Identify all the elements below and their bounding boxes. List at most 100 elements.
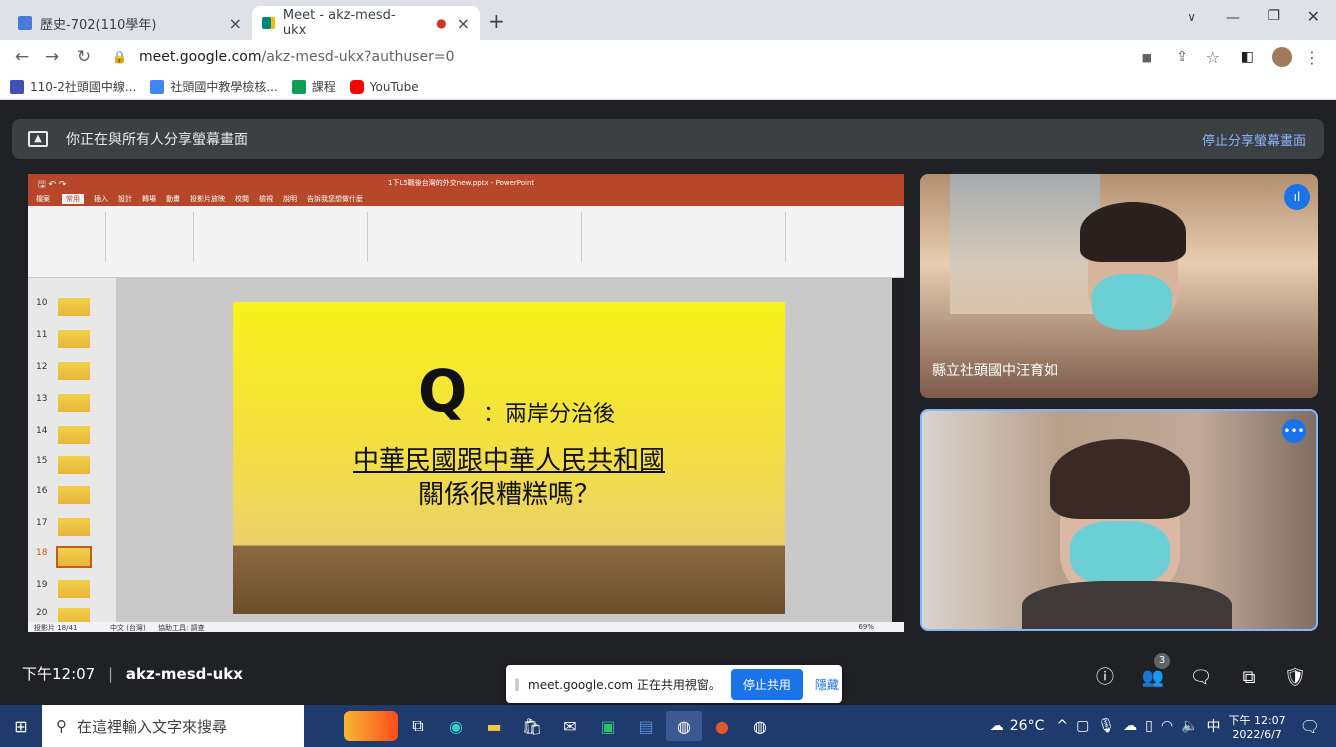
slide-line-1: 中華民國跟中華人民共和國 <box>352 446 665 476</box>
camera-icon[interactable]: ■ <box>1142 51 1152 64</box>
slide-question: ：兩岸分治後 <box>483 402 616 427</box>
menu-icon[interactable]: ⋮ <box>1304 48 1320 67</box>
chat-icon[interactable]: 🗨 <box>1188 665 1214 691</box>
stop-sharing-button[interactable]: 停止共用 <box>730 668 803 700</box>
notification-icon[interactable]: 🗨 <box>1300 717 1320 736</box>
start-icon[interactable]: ⊞ <box>0 717 42 736</box>
ppt-title: 1下L5戰後台灣的外交new.pptx - PowerPoint <box>388 179 535 187</box>
powerpoint-icon[interactable]: ● <box>704 711 740 741</box>
task-view-icon[interactable]: ⧉ <box>400 711 436 741</box>
share-icon[interactable]: ⇪ <box>1176 49 1188 65</box>
thumb-image <box>58 394 90 412</box>
close-window-icon[interactable]: ✕ <box>1307 7 1320 26</box>
avatar[interactable] <box>1272 47 1292 67</box>
mail-icon[interactable]: ✉ <box>552 711 588 741</box>
search-placeholder: 在這裡輸入文字來搜尋 <box>77 717 228 736</box>
stop-sharing-link[interactable]: 停止分享螢幕畫面 <box>1202 130 1306 149</box>
youtube-icon <box>349 79 364 94</box>
recording-icon: ● <box>436 16 447 30</box>
restore-icon[interactable]: ❐ <box>1267 8 1280 24</box>
back-icon[interactable]: ← <box>10 47 34 67</box>
reload-icon[interactable]: ↻ <box>72 47 96 67</box>
host-controls-icon[interactable]: 🛡 <box>1282 665 1308 691</box>
edge-icon[interactable]: ◉ <box>438 711 474 741</box>
bookmark-item[interactable]: YouTube <box>349 79 419 94</box>
more-options-icon[interactable]: ••• <box>1282 419 1306 443</box>
bookmark-item[interactable]: 110-2社頭國中線... <box>10 78 136 95</box>
chrome-icon[interactable]: ◍ <box>742 711 778 741</box>
slide-thumb: 15 <box>34 454 112 478</box>
thumb-number: 18 <box>36 548 48 558</box>
volume-icon[interactable]: 🔈 <box>1181 718 1198 734</box>
self-view-tile[interactable]: ••• <box>920 409 1318 631</box>
ribbon-group-drawing <box>586 212 786 262</box>
browser-tab-strip: 歷史-702(110學年) × Meet - akz-mesd-ukx ● × … <box>0 0 1336 40</box>
participants-count-badge: 3 <box>1154 653 1170 669</box>
thumb-image <box>58 330 90 348</box>
bookmark-star-icon[interactable]: ☆ <box>1206 48 1220 67</box>
ppt-tab: 設計 <box>118 195 132 203</box>
url-host: meet.google.com <box>138 49 262 65</box>
file-explorer-icon[interactable]: ▬ <box>476 711 512 741</box>
ppt-tab: 校閱 <box>235 195 249 203</box>
slide-thumb: 13 <box>34 392 112 416</box>
tray-expand-icon[interactable]: ^ <box>1056 718 1068 734</box>
activities-icon[interactable]: ⧉ <box>1236 665 1262 691</box>
tab-close-icon[interactable]: × <box>457 14 470 33</box>
slide-q-letter: Q <box>418 357 468 425</box>
tab-meet[interactable]: Meet - akz-mesd-ukx ● × <box>252 6 480 40</box>
divider: | <box>108 665 114 683</box>
ppt-tab: 檔案 <box>36 195 50 203</box>
bookmark-item[interactable]: 課程 <box>291 78 336 95</box>
participant-tile[interactable]: ıl 縣立社頭國中汪育如 <box>920 174 1318 398</box>
meeting-time: 下午12:07 <box>22 665 96 683</box>
store-icon[interactable]: 🛍 <box>514 711 550 741</box>
side-panel-icon[interactable]: ◧ <box>1241 49 1254 65</box>
ime-indicator[interactable]: 中 <box>1206 716 1220 736</box>
ppt-title-bar: 1下L5戰後台灣的外交new.pptx - PowerPoint 🖫 ↶ ↷ <box>28 174 904 192</box>
ribbon-group-clipboard <box>36 212 106 262</box>
weather-temp[interactable]: 26°C <box>1010 718 1045 734</box>
network-icon[interactable]: ☁ <box>1123 718 1137 734</box>
taskbar-clock[interactable]: 下午 12:07 2022/6/7 <box>1228 712 1285 741</box>
thumb-number: 13 <box>36 394 48 404</box>
tab-close-icon[interactable]: × <box>229 14 242 33</box>
present-icon: ▲ <box>28 131 48 147</box>
meet-favicon-icon <box>262 17 275 29</box>
slide-thumb: 11 <box>34 328 112 352</box>
tray-app-icon[interactable]: ▢ <box>1076 718 1089 734</box>
taskbar-search[interactable]: ⚲ 在這裡輸入文字來搜尋 <box>42 705 304 747</box>
speaking-indicator-icon: ıl <box>1284 184 1310 210</box>
line-icon[interactable]: ▣ <box>590 711 626 741</box>
forward-icon[interactable]: → <box>40 47 64 67</box>
tab-history[interactable]: 歷史-702(110學年) × <box>8 6 252 40</box>
thumb-number: 12 <box>36 362 48 372</box>
thumb-number: 10 <box>36 298 48 308</box>
mic-icon[interactable]: 🎙 <box>1097 718 1115 734</box>
bookmark-label: 社頭國中教學檢核... <box>170 80 278 94</box>
slide-thumb: 16 <box>34 484 112 508</box>
clock-date: 2022/6/7 <box>1232 727 1282 741</box>
participant-body <box>1022 581 1232 629</box>
chrome-icon[interactable]: ◍ <box>666 711 702 741</box>
search-icon: ⚲ <box>56 717 67 735</box>
new-tab-button[interactable]: + <box>488 9 505 33</box>
battery-icon[interactable]: ▯ <box>1145 718 1153 734</box>
bookmark-label: YouTube <box>369 79 419 94</box>
thumb-image <box>58 486 90 504</box>
drag-handle-icon[interactable]: ‖ <box>514 677 520 691</box>
minimize-icon[interactable]: — <box>1226 10 1240 26</box>
bookmark-item[interactable]: 社頭國中教學檢核... <box>150 78 278 95</box>
search-highlight-icon[interactable] <box>344 711 398 741</box>
word-icon[interactable]: ▤ <box>628 711 664 741</box>
thumb-image <box>56 546 92 568</box>
wifi-icon[interactable]: ◠ <box>1161 718 1173 734</box>
thumb-number: 16 <box>36 486 48 496</box>
ppt-save-icon: 🖫 ↶ ↷ <box>38 180 67 190</box>
hide-button[interactable]: 隱藏 <box>815 676 839 693</box>
info-icon[interactable]: ⓘ <box>1092 665 1118 691</box>
address-input[interactable]: meet.google.com/akz-mesd-ukx?authuser=0 <box>139 49 455 65</box>
slide-thumb: 19 <box>34 578 112 602</box>
tab-search-icon[interactable]: ∨ <box>1187 10 1196 24</box>
thumb-image <box>58 456 90 474</box>
